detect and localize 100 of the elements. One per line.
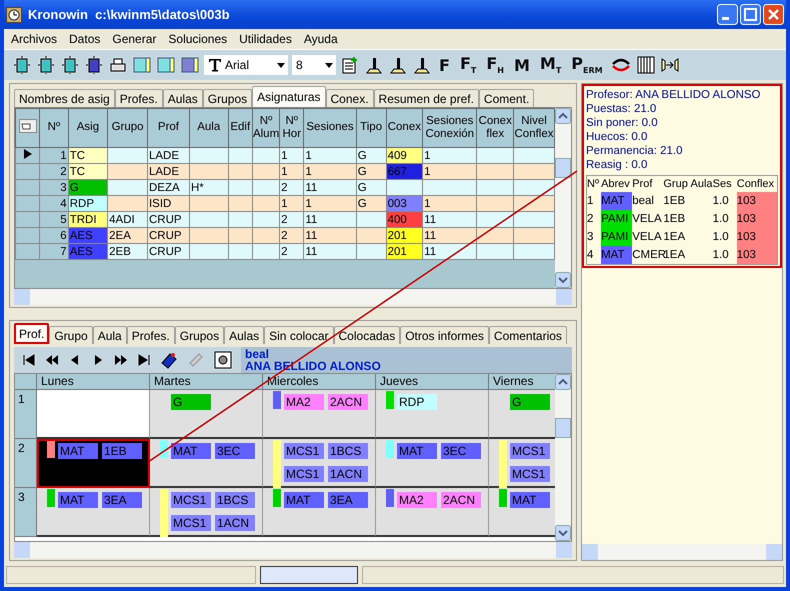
font-icon bbox=[208, 58, 222, 72]
timetable-cell[interactable]: G bbox=[489, 390, 555, 439]
day-header: Jueves bbox=[376, 374, 489, 390]
lever-icon[interactable] bbox=[412, 55, 432, 75]
table-cell: 201 bbox=[386, 228, 423, 244]
fast-forward-icon[interactable] bbox=[114, 354, 128, 366]
columns-icon[interactable] bbox=[636, 55, 656, 75]
scroll-down-icon[interactable] bbox=[555, 272, 571, 288]
tab[interactable]: Grupos bbox=[202, 89, 252, 107]
subject-chip: MAT bbox=[171, 443, 211, 459]
bookmark-icon[interactable] bbox=[160, 351, 178, 369]
scroll-thumb[interactable] bbox=[555, 418, 571, 438]
horizontal-scrollbar[interactable] bbox=[14, 289, 572, 305]
size-dropdown[interactable]: 8 bbox=[292, 55, 336, 75]
maximize-icon[interactable] bbox=[740, 4, 761, 25]
font-dropdown[interactable]: Arial bbox=[204, 55, 288, 75]
new-document-icon[interactable] bbox=[12, 55, 32, 75]
grid-icon[interactable] bbox=[132, 55, 152, 75]
table-cell: 1 bbox=[304, 196, 356, 212]
grid-icon[interactable] bbox=[180, 55, 200, 75]
table-cell: 7 bbox=[40, 244, 68, 260]
tab[interactable]: Profes. bbox=[114, 89, 163, 107]
timetable-cell[interactable]: MCS1 1BCS MCS1 1ACN bbox=[263, 439, 376, 488]
row-selector[interactable] bbox=[16, 148, 40, 164]
table-cell: 667 bbox=[386, 164, 423, 180]
lever-icon[interactable] bbox=[364, 55, 384, 75]
table-cell: PAMI bbox=[601, 228, 632, 246]
subject-chip: MAT bbox=[397, 443, 437, 459]
scroll-up-icon[interactable] bbox=[555, 374, 571, 390]
menu-item[interactable]: Datos bbox=[64, 32, 106, 46]
timetable-cell[interactable]: MA2 2ACN bbox=[376, 488, 489, 537]
group-chip: 2ACN bbox=[328, 394, 368, 410]
caret-icon[interactable] bbox=[325, 62, 336, 68]
tab[interactable]: Coment. bbox=[478, 89, 534, 107]
menu-item[interactable]: Generar bbox=[107, 32, 162, 46]
timetable-cell[interactable] bbox=[37, 390, 150, 439]
toolbar-button[interactable]: P$_{ERM}$ bbox=[568, 54, 606, 76]
timetable-cell[interactable]: MA2 2ACN bbox=[263, 390, 376, 439]
toolbar-button[interactable]: F$_{T}$ bbox=[456, 54, 480, 76]
tab[interactable]: Aulas bbox=[162, 89, 203, 107]
scroll-up-icon[interactable] bbox=[555, 108, 571, 124]
tab[interactable]: Prof. bbox=[14, 323, 50, 344]
table-cell: 2EB bbox=[108, 244, 148, 260]
tab[interactable]: Conex. bbox=[326, 89, 374, 107]
table-cell: 1 bbox=[280, 164, 304, 180]
tab[interactable]: Resumen de pref. bbox=[374, 89, 479, 107]
table-cell: VELA bbox=[632, 228, 664, 246]
vertical-scrollbar[interactable] bbox=[555, 108, 571, 288]
timetable-cell[interactable]: MAT 3EC bbox=[150, 439, 263, 488]
clipboard-icon[interactable] bbox=[340, 55, 360, 75]
timetable-cell[interactable]: MAT 3EC bbox=[376, 439, 489, 488]
tab[interactable]: Sin colocar bbox=[264, 326, 334, 344]
menu-item[interactable]: Ayuda bbox=[298, 32, 343, 46]
timetable-cell[interactable]: RDP bbox=[376, 390, 489, 439]
close-icon[interactable] bbox=[763, 4, 784, 25]
timetable-cell[interactable]: G bbox=[150, 390, 263, 439]
tab[interactable]: Asignaturas bbox=[252, 86, 326, 107]
timetable-cell[interactable]: MCS1 MCS1 bbox=[489, 439, 555, 488]
timetable-cell[interactable]: MCS1 1BCS MCS1 1ACN bbox=[150, 488, 263, 537]
first-icon[interactable] bbox=[22, 354, 36, 366]
tab[interactable]: Comentarios bbox=[488, 326, 567, 344]
table-cell: beal bbox=[632, 192, 664, 210]
tab[interactable]: Profes. bbox=[126, 326, 175, 344]
tab[interactable]: Aula bbox=[92, 326, 127, 344]
table-cell: 1EA bbox=[663, 246, 691, 264]
subject-chip: MAT bbox=[284, 492, 324, 508]
tab[interactable]: Otros informes bbox=[400, 326, 489, 344]
toolbar-button[interactable]: M$_{T}$ bbox=[536, 54, 564, 76]
caret-icon[interactable] bbox=[277, 62, 288, 68]
table-cell: 3 bbox=[40, 180, 68, 196]
tab[interactable]: Grupos bbox=[174, 326, 224, 344]
menu-item[interactable]: Utilidades bbox=[234, 32, 297, 46]
table-cell: MAT bbox=[601, 192, 632, 210]
column-header: Sesiones Conexión bbox=[425, 114, 474, 140]
menu-item[interactable]: Soluciones bbox=[163, 32, 232, 46]
timetable-cell[interactable]: MAT 3EA bbox=[37, 488, 150, 537]
tab[interactable]: Grupo bbox=[49, 326, 93, 344]
menu-item[interactable]: Archivos bbox=[6, 32, 62, 46]
horizontal-scrollbar[interactable] bbox=[582, 544, 782, 560]
minimize-icon[interactable] bbox=[717, 4, 738, 25]
rewind-icon[interactable] bbox=[45, 354, 59, 366]
timetable-cell[interactable]: MAT 3EA bbox=[263, 488, 376, 537]
tab[interactable]: Aulas bbox=[224, 326, 264, 344]
table-cell: 1 bbox=[40, 148, 68, 164]
toolbar-button[interactable]: F$_{H}$ bbox=[483, 54, 507, 76]
toolbar-button[interactable]: F bbox=[436, 56, 453, 74]
last-icon[interactable] bbox=[137, 354, 151, 366]
timetable-cell[interactable]: MAT 1EB bbox=[37, 439, 150, 488]
timetable-cell[interactable]: MAT bbox=[489, 488, 555, 537]
vertical-scrollbar[interactable] bbox=[555, 374, 571, 541]
scroll-down-icon[interactable] bbox=[555, 525, 571, 541]
scroll-thumb[interactable] bbox=[555, 158, 571, 178]
grid-icon[interactable] bbox=[156, 55, 176, 75]
table-cell: 11 bbox=[422, 228, 477, 244]
arrow-into-icon[interactable] bbox=[660, 55, 680, 75]
lever-icon[interactable] bbox=[388, 55, 408, 75]
tab[interactable]: Nombres de asig bbox=[14, 89, 115, 107]
toolbar-button[interactable]: M bbox=[510, 56, 533, 74]
tab[interactable]: Colocadas bbox=[334, 326, 400, 344]
horizontal-scrollbar[interactable] bbox=[14, 542, 572, 558]
